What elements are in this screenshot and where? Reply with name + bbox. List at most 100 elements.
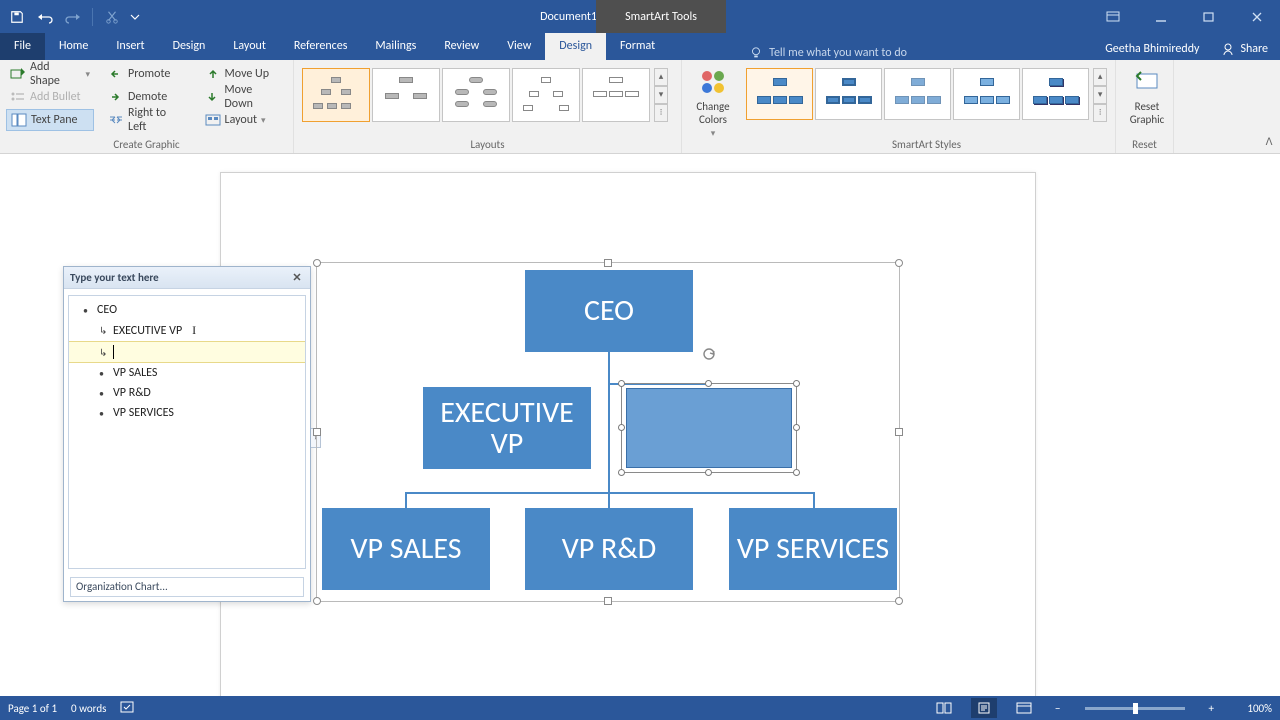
rtl-icon [108,112,124,128]
move-up-label: Move Up [225,67,270,81]
group-label-reset: Reset [1122,138,1167,153]
org-box-exec-vp[interactable]: EXECUTIVE VP [423,387,591,469]
group-layouts: ▴▾⁝ Layouts [294,60,682,153]
ribbon-tabs: File Home Insert Design Layout Reference… [0,33,1280,60]
minimize-icon[interactable] [1138,3,1184,31]
close-icon[interactable] [1234,3,1280,31]
demote-icon [108,89,124,105]
ribbon: Add Shape ▾ Add Bullet Text Pane Promote [0,60,1280,154]
zoom-in-button[interactable]: + [1205,702,1218,715]
share-button[interactable]: Share [1209,38,1280,60]
promote-icon [108,66,124,82]
add-bullet-label: Add Bullet [30,90,81,104]
group-label-create-graphic: Create Graphic [6,138,287,153]
move-down-button[interactable]: Move Down [201,86,287,108]
change-colors-wrap: Change Colors ▾ [682,60,738,153]
style-thumb-2[interactable] [815,68,882,120]
promote-button[interactable]: Promote [104,63,191,85]
zoom-slider[interactable] [1085,707,1185,710]
rotate-handle-icon[interactable] [701,346,717,362]
document-title: Document1 - Word [83,10,1090,24]
demote-button[interactable]: Demote [104,86,191,108]
styles-gallery-scroll[interactable]: ▴▾⁝ [1093,68,1107,122]
layout-thumb-5[interactable] [582,68,650,122]
zoom-out-button[interactable]: − [1051,702,1064,715]
layout-thumb-2[interactable] [372,68,440,122]
reset-graphic-label: Reset Graphic [1122,100,1172,126]
view-web-layout-icon[interactable] [1011,698,1037,718]
org-box-vp-sales[interactable]: VP SALES [322,508,490,590]
layout-icon [205,112,221,128]
tell-me-placeholder: Tell me what you want to do [769,46,907,60]
style-thumb-3[interactable] [884,68,951,120]
ribbon-display-options-icon[interactable] [1090,3,1136,31]
text-pane-close-icon[interactable]: ✕ [290,271,304,284]
status-words[interactable]: 0 words [71,702,106,715]
status-page[interactable]: Page 1 of 1 [8,702,57,715]
text-pane-title: Type your text here [70,271,159,284]
tab-home[interactable]: Home [45,33,102,60]
status-bar: Page 1 of 1 0 words − + 100% [0,696,1280,720]
reset-graphic-button[interactable]: Reset Graphic [1122,63,1172,126]
save-icon[interactable] [4,3,30,31]
zoom-level[interactable]: 100% [1232,702,1272,715]
collapse-ribbon-icon[interactable]: ᐱ [1262,135,1276,149]
user-name[interactable]: Geetha Bhimireddy [1095,38,1209,60]
layout-thumb-3[interactable] [442,68,510,122]
tab-format[interactable]: Format [606,33,669,60]
tab-smartart-design[interactable]: Design [545,33,606,60]
change-colors-label: Change Colors [688,100,738,126]
layout-button[interactable]: Layout ▾ [201,109,287,131]
move-down-label: Move Down [224,83,283,111]
style-thumb-1[interactable] [746,68,813,120]
tab-layout[interactable]: Layout [219,33,280,60]
outline-item-active[interactable]: ↳ [69,341,305,363]
layout-thumb-4[interactable] [512,68,580,122]
tab-mailings[interactable]: Mailings [361,33,430,60]
tab-references[interactable]: References [280,33,362,60]
group-reset: Reset Graphic Reset [1116,60,1174,153]
demote-label: Demote [128,90,167,104]
outline-item: ↳EXECUTIVE VPI [69,320,305,341]
text-pane-header[interactable]: Type your text here ✕ [64,267,310,289]
org-box-ceo[interactable]: CEO [525,270,693,352]
outline-item: •CEO [69,300,305,320]
group-styles: ▴▾⁝ SmartArt Styles [738,60,1116,153]
group-label-styles: SmartArt Styles [744,138,1109,153]
tab-design[interactable]: Design [159,33,220,60]
style-thumb-4[interactable] [953,68,1020,120]
layouts-gallery-scroll[interactable]: ▴▾⁝ [654,68,668,122]
outline-item: •VP SERVICES [69,403,305,423]
tab-review[interactable]: Review [430,33,493,60]
maximize-icon[interactable] [1186,3,1232,31]
add-bullet-icon [10,89,26,105]
tab-file[interactable]: File [0,33,45,60]
status-proofing-icon[interactable] [120,700,136,717]
style-thumb-5[interactable] [1022,68,1089,120]
outline-item: •VP R&D [69,383,305,403]
reset-icon [1131,66,1163,98]
layout-thumb-1[interactable] [302,68,370,122]
add-shape-button[interactable]: Add Shape ▾ [6,63,94,85]
view-print-layout-icon[interactable] [971,698,997,718]
move-up-button[interactable]: Move Up [201,63,287,85]
org-box-new-selected[interactable] [621,383,797,473]
tab-insert[interactable]: Insert [102,33,158,60]
smartart-selection[interactable]: CEO EXECUTIVE VP VP SALES VP R&D VP SERV… [316,262,900,602]
view-read-mode-icon[interactable] [931,698,957,718]
add-shape-icon [10,66,26,82]
org-box-vp-rnd[interactable]: VP R&D [525,508,693,590]
right-to-left-button[interactable]: Right to Left [104,109,191,131]
org-box-vp-services[interactable]: VP SERVICES [729,508,897,590]
move-down-icon [205,89,221,105]
add-bullet-button: Add Bullet [6,86,94,108]
text-pane-footer-link[interactable]: Organization Chart... [70,577,304,597]
add-shape-label: Add Shape [30,60,82,88]
text-pane-outline[interactable]: •CEO ↳EXECUTIVE VPI ↳ •VP SALES •VP R&D … [68,295,306,569]
tell-me-search[interactable]: Tell me what you want to do [749,46,907,60]
rtl-label: Right to Left [128,106,187,134]
tab-view[interactable]: View [493,33,545,60]
change-colors-button[interactable]: Change Colors ▾ [688,63,738,139]
undo-icon[interactable] [32,3,58,31]
text-pane-button[interactable]: Text Pane [6,109,94,131]
